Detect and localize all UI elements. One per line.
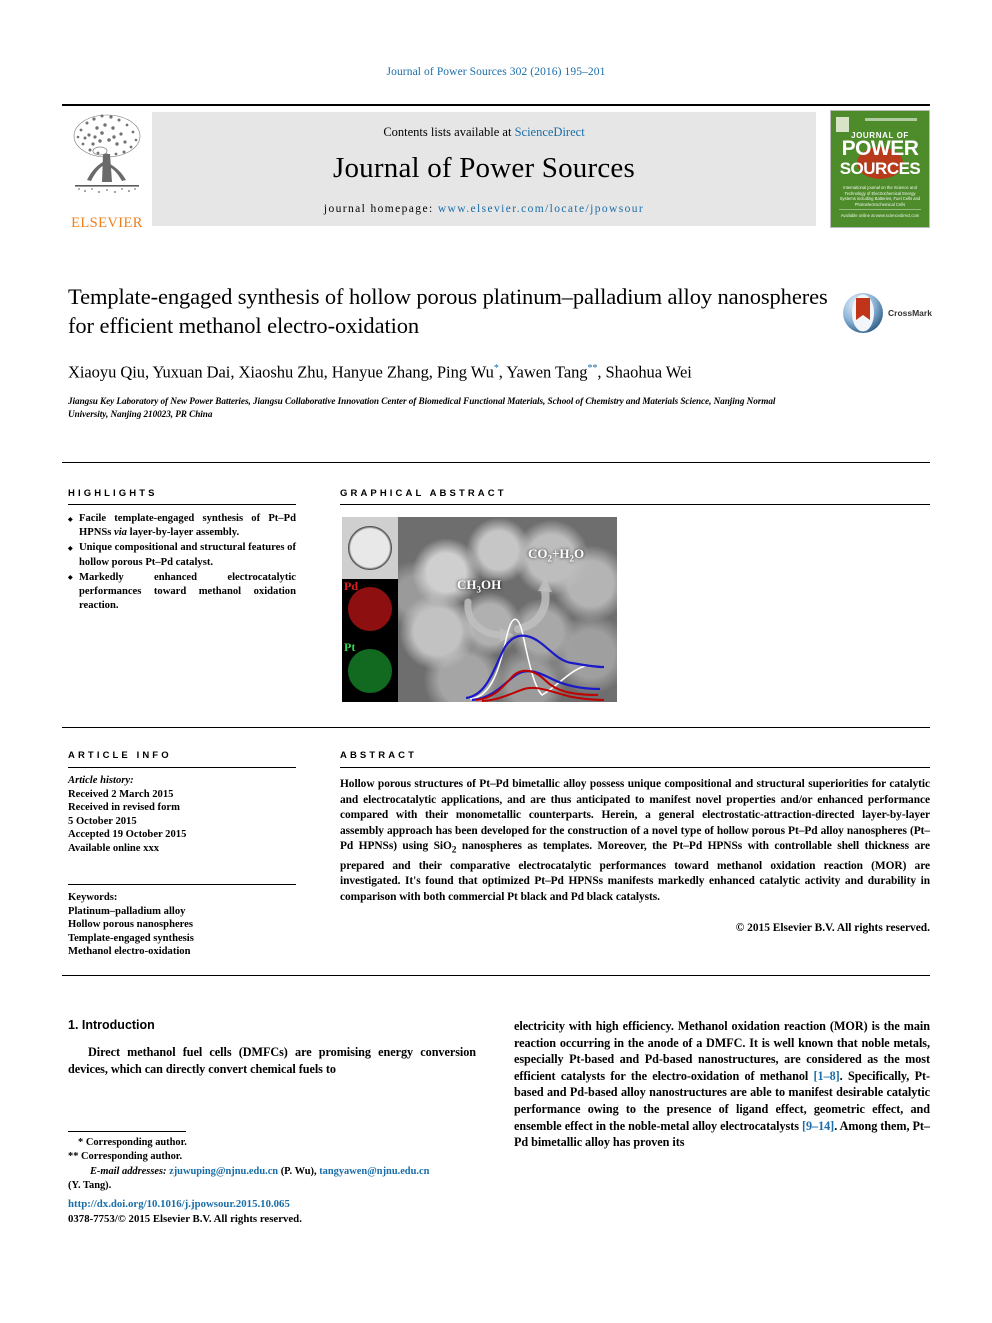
article-history-block: Article history: Received 2 March 2015 R… — [68, 774, 296, 856]
reactant-label: CH3OH — [457, 577, 502, 595]
list-item: Facile template-engaged synthesis of Pt–… — [68, 512, 296, 540]
elsevier-logo-block: ELSEVIER — [62, 106, 152, 232]
footnote-text: Corresponding author. — [81, 1151, 183, 1163]
history-entry: Received in revised form — [68, 802, 180, 814]
email-link-2[interactable]: tangyawen@njnu.edu.cn — [319, 1166, 429, 1177]
email-label: E-mail addresses: — [90, 1165, 167, 1177]
elsevier-wordmark: ELSEVIER — [71, 214, 143, 231]
cover-elsevier-mini-logo — [836, 117, 849, 132]
journal-masthead: ELSEVIER Contents lists available at Sci… — [62, 104, 930, 232]
corresponding-marker-1: * — [493, 363, 499, 374]
elsevier-tree-icon — [73, 114, 141, 194]
crossmark-badge[interactable]: CrossMark — [841, 289, 946, 337]
footnote-block: * Corresponding author. ** Corresponding… — [68, 1136, 488, 1194]
homepage-url[interactable]: www.elsevier.com/locate/jpowsour — [438, 203, 644, 215]
sciencedirect-banner: Contents lists available at ScienceDirec… — [152, 112, 816, 226]
article-info-rule-2 — [68, 884, 296, 885]
abstract-heading-text: ABSTRACT — [340, 750, 418, 761]
email-owner-1: (P. Wu) — [280, 1165, 315, 1177]
footnote-emails: E-mail addresses: zjuwuping@njnu.edu.cn … — [90, 1165, 430, 1177]
keyword-item: Platinum–palladium alloy — [68, 905, 186, 917]
history-entry: Accepted 19 October 2015 — [68, 829, 187, 841]
body-column-left: 1. Introduction Direct methanol fuel cel… — [68, 1018, 476, 1077]
divider-above-body — [62, 975, 930, 976]
graphical-abstract-rule — [340, 504, 930, 505]
history-entry: 5 October 2015 — [68, 815, 137, 827]
highlights-heading-text: HIGHLIGHTS — [68, 488, 158, 499]
page-title: Template-engaged synthesis of hollow por… — [68, 284, 828, 338]
paper-page: Journal of Power Sources 302 (2016) 195–… — [0, 0, 992, 1323]
journal-cover-thumbnail[interactable]: JOURNAL OF POWER SOURCES International j… — [830, 110, 930, 228]
footnote-rule — [68, 1131, 186, 1132]
footnote-marker-1: * — [78, 1137, 84, 1148]
body-column-right: electricity with high efficiency. Methan… — [514, 1018, 930, 1151]
article-info-heading: ARTICLE INFO — [68, 750, 172, 761]
crossmark-label: CrossMark — [888, 308, 932, 318]
article-info-rule — [68, 767, 296, 768]
abstract-text: Hollow porous structures of Pt–Pd bimeta… — [340, 778, 930, 903]
highlights-rule — [68, 504, 296, 505]
sciencedirect-link[interactable]: ScienceDirect — [515, 125, 585, 139]
footnote-marker-2: ** — [68, 1151, 79, 1163]
footnote-corresponding-1: * Corresponding author. — [68, 1136, 488, 1150]
homepage-prefix: journal homepage: — [323, 203, 438, 215]
divider-above-article-info — [62, 727, 930, 728]
journal-homepage-line: journal homepage: www.elsevier.com/locat… — [324, 203, 644, 215]
keyword-item: Hollow porous nanospheres — [68, 919, 193, 931]
cover-power-word: POWER — [841, 137, 919, 160]
issn-copyright-line: 0378-7753/© 2015 Elsevier B.V. All right… — [68, 1212, 302, 1225]
crossmark-icon — [843, 293, 883, 333]
graphical-abstract-heading-text: GRAPHICAL ABSTRACT — [340, 488, 507, 499]
divider-above-highlights — [62, 462, 930, 463]
section-title-introduction: 1. Introduction — [68, 1018, 155, 1032]
running-head: Journal of Power Sources 302 (2016) 195–… — [386, 66, 606, 78]
list-item: Markedly enhanced electrocatalytic perfo… — [68, 571, 296, 614]
affiliation: Jiangsu Key Laboratory of New Power Batt… — [68, 395, 776, 419]
keywords-block: Keywords: Platinum–palladium alloy Hollo… — [68, 891, 296, 959]
abstract-heading: ABSTRACT — [340, 750, 417, 761]
citation-ref[interactable]: [9–14] — [802, 1119, 834, 1133]
history-entry: Received 2 March 2015 — [68, 788, 174, 800]
author-list: Xiaoyu Qiu, Yuxuan Dai, Xiaoshu Zhu, Han… — [68, 362, 692, 382]
email-link-1[interactable]: zjuwuping@njnu.edu.cn — [169, 1166, 278, 1177]
journal-title: Journal of Power Sources — [333, 152, 635, 184]
cover-bottom-text: Available online at www.sciencedirect.co… — [839, 209, 921, 219]
product-label: CO2+H2O — [528, 546, 585, 564]
history-entry: Available online xxx — [68, 842, 160, 854]
paragraph: Direct methanol fuel cells (DMFCs) are p… — [68, 1045, 476, 1076]
copyright-line: © 2015 Elsevier B.V. All rights reserved… — [735, 922, 930, 934]
list-item: Unique compositional and structural feat… — [68, 541, 296, 569]
article-history-label: Article history: — [68, 775, 134, 786]
cover-sources-word: SOURCES — [839, 159, 921, 178]
graphical-abstract-figure[interactable]: Pd Pt CH3OH CO2+H2O — [342, 517, 617, 702]
footnote-corresponding-2: ** Corresponding author. — [68, 1150, 488, 1164]
article-info-heading-text: ARTICLE INFO — [68, 750, 172, 761]
paragraph: electricity with high efficiency. Methan… — [514, 1018, 930, 1151]
highlight-text: Markedly enhanced electrocatalytic perfo… — [79, 571, 296, 612]
footnote-email-owner-2: (Y. Tang). — [68, 1180, 112, 1192]
title-block: Template-engaged synthesis of hollow por… — [68, 282, 828, 421]
highlights-list: Facile template-engaged synthesis of Pt–… — [68, 512, 296, 614]
citation-ref[interactable]: [1–8] — [814, 1069, 840, 1083]
keyword-item: Template-engaged synthesis — [68, 932, 194, 944]
highlights-heading: HIGHLIGHTS — [68, 488, 296, 499]
reaction-overlay — [464, 577, 605, 702]
contents-prefix: Contents lists available at — [383, 125, 515, 139]
keywords-label: Keywords: — [68, 892, 118, 903]
contents-line: Contents lists available at ScienceDirec… — [383, 125, 584, 140]
cover-blurb: International journal on the Science and… — [839, 185, 921, 207]
keyword-item: Methanol electro-oxidation — [68, 946, 191, 958]
highlight-text: Unique compositional and structural feat… — [79, 542, 296, 568]
pd-map-label: Pd — [344, 578, 359, 593]
doi-link[interactable]: http://dx.doi.org/10.1016/j.jpowsour.201… — [68, 1197, 488, 1212]
pt-map-label: Pt — [344, 640, 356, 655]
abstract-rule — [340, 767, 930, 768]
graphical-abstract-heading: GRAPHICAL ABSTRACT — [340, 488, 507, 499]
doi-block: http://dx.doi.org/10.1016/j.jpowsour.201… — [68, 1197, 488, 1226]
corresponding-marker-2: ** — [587, 363, 598, 374]
cover-top-band — [865, 118, 917, 121]
footnote-text: Corresponding author. — [85, 1137, 187, 1148]
